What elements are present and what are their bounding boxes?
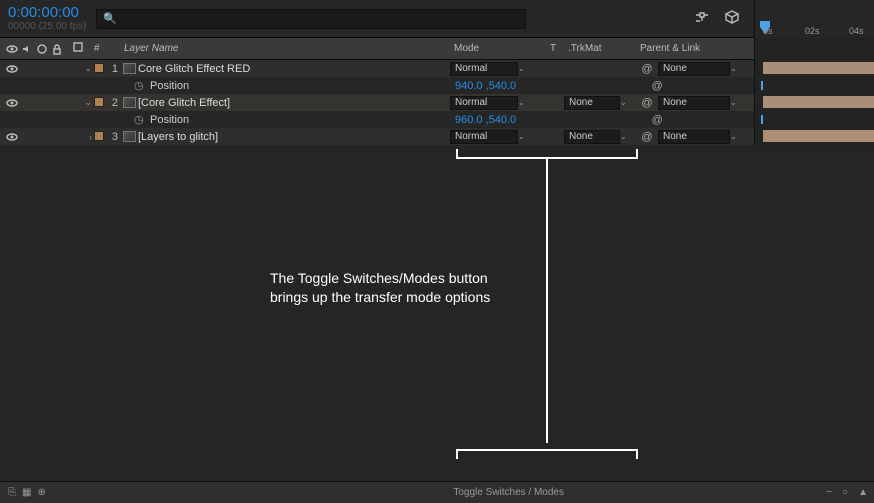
- layer-number: 1: [106, 63, 120, 75]
- chevron-down-icon[interactable]: ⌄: [620, 98, 636, 107]
- column-headers: # Layer Name Mode T .TrkMat Parent & Lin…: [0, 38, 874, 60]
- layer-row[interactable]: › 3 [Layers to glitch] Normal ⌄ None ⌄ @…: [0, 128, 874, 145]
- eye-icon[interactable]: [6, 131, 18, 143]
- lock-icon: [51, 43, 63, 55]
- twirl-right-icon[interactable]: ›: [70, 132, 94, 142]
- annotation-line2: brings up the transfer mode options: [270, 288, 530, 307]
- eye-icon[interactable]: [6, 97, 18, 109]
- layer-number: 2: [106, 97, 120, 109]
- t-header: T: [538, 43, 568, 54]
- layer-row[interactable]: ⌄ 1 Core Glitch Effect RED Normal ⌄ @ No…: [0, 60, 874, 77]
- timeline-top-bar: 0:00:00:00 00000 (25.00 fps) 🔍: [0, 0, 874, 38]
- mode-header: Mode: [454, 43, 538, 54]
- timeline-footer: ⎘ ▦ ⊕ Toggle Switches / Modes − ○ ▲: [0, 481, 874, 503]
- ruler-tick: 02s: [805, 26, 820, 36]
- timecode[interactable]: 0:00:00:00: [8, 5, 86, 22]
- pickwhip-icon[interactable]: @: [636, 97, 658, 109]
- pickwhip-icon[interactable]: @: [636, 131, 658, 143]
- layer-name[interactable]: Core Glitch Effect RED: [138, 63, 450, 75]
- composition-icon: [123, 97, 136, 108]
- zoom-out-icon[interactable]: −: [826, 487, 832, 498]
- property-name: Position: [150, 114, 455, 126]
- layer-color-swatch[interactable]: [94, 97, 104, 107]
- property-value[interactable]: 960.0 ,540.0: [455, 114, 516, 126]
- chevron-down-icon[interactable]: ⌄: [518, 132, 534, 141]
- chevron-down-icon[interactable]: ⌄: [730, 132, 746, 141]
- annotation-line1: The Toggle Switches/Modes button: [270, 269, 530, 288]
- annotation-line: [546, 159, 548, 443]
- layer-name[interactable]: [Layers to glitch]: [138, 131, 450, 143]
- bracket-icon: [456, 149, 638, 159]
- eye-icon: [6, 43, 18, 55]
- draft3d-icon[interactable]: [724, 9, 740, 28]
- time-ruler[interactable]: 0s 02s 04s: [755, 0, 874, 38]
- composition-icon: [123, 131, 136, 142]
- ruler-tick: 0s: [763, 26, 773, 36]
- frame-blend-toggle-icon[interactable]: ▦: [22, 487, 31, 498]
- composition-icon: [123, 63, 136, 74]
- zoom-mountain-icon[interactable]: ▲: [858, 487, 868, 498]
- trkmat-header: .TrkMat: [568, 43, 640, 54]
- solo-icon: [36, 43, 48, 55]
- ruler-tick: 04s: [849, 26, 864, 36]
- parent-dropdown[interactable]: None: [658, 96, 730, 110]
- layer-color-swatch[interactable]: [94, 131, 104, 141]
- property-name: Position: [150, 80, 455, 92]
- comp-flowchart-icon[interactable]: [694, 9, 710, 28]
- toggle-switches-button[interactable]: Toggle Switches / Modes: [453, 487, 564, 498]
- chevron-down-icon[interactable]: ⌄: [518, 98, 534, 107]
- chevron-down-icon[interactable]: ⌄: [620, 132, 636, 141]
- layer-number: 3: [106, 131, 120, 143]
- property-row[interactable]: ◷ Position 960.0 ,540.0 @: [0, 111, 874, 128]
- stopwatch-icon[interactable]: ◷: [134, 79, 150, 92]
- layer-name-header: Layer Name: [124, 43, 454, 54]
- mode-dropdown[interactable]: Normal: [450, 62, 518, 76]
- eye-icon[interactable]: [6, 63, 18, 75]
- render-queue-icon[interactable]: ⎘: [8, 487, 16, 498]
- search-icon: 🔍: [103, 12, 117, 25]
- parent-dropdown[interactable]: None: [658, 130, 730, 144]
- timeline-bar: [755, 77, 874, 94]
- number-column-header: #: [94, 43, 116, 54]
- property-row[interactable]: ◷ Position 940.0 ,540.0 @: [0, 77, 874, 94]
- layer-row[interactable]: ⌄ 2 [Core Glitch Effect] Normal ⌄ None ⌄…: [0, 94, 874, 111]
- mode-dropdown[interactable]: Normal: [450, 130, 518, 144]
- chevron-down-icon[interactable]: ⌄: [518, 64, 534, 73]
- timeline-bar[interactable]: [755, 94, 874, 111]
- property-value[interactable]: 940.0 ,540.0: [455, 80, 516, 92]
- mode-dropdown[interactable]: Normal: [450, 96, 518, 110]
- zoom-slider-handle[interactable]: ○: [842, 487, 848, 498]
- label-column-icon[interactable]: [70, 41, 94, 56]
- chevron-down-icon[interactable]: ⌄: [730, 64, 746, 73]
- timeline-bar: [755, 111, 874, 128]
- frame-info: 00000 (25.00 fps): [8, 21, 86, 32]
- layer-name[interactable]: [Core Glitch Effect]: [138, 97, 450, 109]
- chevron-down-icon[interactable]: ⌄: [730, 98, 746, 107]
- layer-list: ⌄ 1 Core Glitch Effect RED Normal ⌄ @ No…: [0, 60, 874, 145]
- current-time-display[interactable]: 0:00:00:00 00000 (25.00 fps): [8, 5, 86, 33]
- layer-color-swatch[interactable]: [94, 63, 104, 73]
- twirl-down-icon[interactable]: ⌄: [70, 97, 94, 108]
- trkmat-dropdown[interactable]: None: [564, 96, 620, 110]
- twirl-down-icon[interactable]: ⌄: [70, 63, 94, 74]
- pickwhip-icon[interactable]: @: [646, 114, 668, 126]
- timeline-bar[interactable]: [755, 128, 874, 145]
- motion-blur-toggle-icon[interactable]: ⊕: [37, 487, 45, 498]
- bracket-icon: [456, 449, 638, 459]
- pickwhip-icon[interactable]: @: [646, 80, 668, 92]
- parent-dropdown[interactable]: None: [658, 62, 730, 76]
- annotation-text: The Toggle Switches/Modes button brings …: [270, 269, 530, 307]
- pickwhip-icon[interactable]: @: [636, 63, 658, 75]
- parent-header: Parent & Link: [640, 43, 750, 54]
- trkmat-dropdown[interactable]: None: [564, 130, 620, 144]
- speaker-icon: [21, 43, 33, 55]
- stopwatch-icon[interactable]: ◷: [134, 113, 150, 126]
- timeline-bar[interactable]: [755, 60, 874, 77]
- search-input[interactable]: 🔍: [96, 9, 526, 29]
- annotation-overlay: The Toggle Switches/Modes button brings …: [0, 145, 874, 495]
